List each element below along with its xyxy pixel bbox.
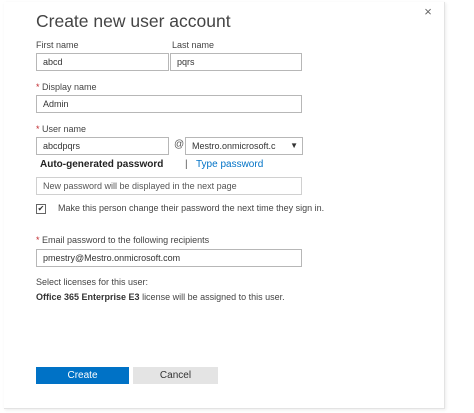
email-recipients-input[interactable]: [36, 249, 302, 267]
chevron-down-icon: ▼: [290, 141, 298, 150]
license-suffix: license will be assigned to this user.: [139, 292, 285, 302]
user-name-label-text: User name: [42, 124, 87, 134]
create-button[interactable]: Create: [36, 367, 129, 384]
tab-separator: |: [185, 159, 188, 170]
last-name-input[interactable]: [170, 53, 302, 71]
create-user-dialog: Create new user account × First name Las…: [4, 2, 445, 409]
at-sign: @: [174, 139, 185, 150]
cancel-button[interactable]: Cancel: [133, 367, 218, 384]
first-name-input[interactable]: [36, 53, 169, 71]
display-name-label: * Display name: [36, 82, 97, 92]
license-assignment-text: Office 365 Enterprise E3 license will be…: [36, 292, 285, 302]
email-recipients-label-text: Email password to the following recipien…: [42, 235, 210, 245]
password-info-field: New password will be displayed in the ne…: [36, 177, 302, 195]
tab-auto-generated-password[interactable]: Auto-generated password: [40, 159, 163, 170]
domain-select-value: Mestro.onmicrosoft.c: [192, 141, 276, 151]
required-marker: *: [36, 124, 40, 134]
user-name-input[interactable]: [36, 137, 169, 155]
required-marker: *: [36, 82, 40, 92]
password-info-text: New password will be displayed in the ne…: [43, 181, 237, 191]
required-marker: *: [36, 235, 40, 245]
domain-select[interactable]: Mestro.onmicrosoft.c ▼: [185, 137, 303, 155]
user-name-label: * User name: [36, 124, 86, 134]
last-name-label: Last name: [172, 40, 215, 50]
change-password-label: Make this person change their password t…: [58, 203, 325, 213]
licenses-label: Select licenses for this user:: [36, 277, 149, 287]
first-name-label: First name: [36, 40, 79, 50]
dialog-title: Create new user account: [36, 11, 231, 31]
license-product-name: Office 365 Enterprise E3: [36, 292, 140, 302]
email-recipients-label: * Email password to the following recipi…: [36, 235, 209, 245]
tab-type-password[interactable]: Type password: [196, 159, 263, 170]
close-icon[interactable]: ×: [421, 5, 435, 19]
display-name-label-text: Display name: [42, 82, 97, 92]
display-name-input[interactable]: [36, 95, 302, 113]
